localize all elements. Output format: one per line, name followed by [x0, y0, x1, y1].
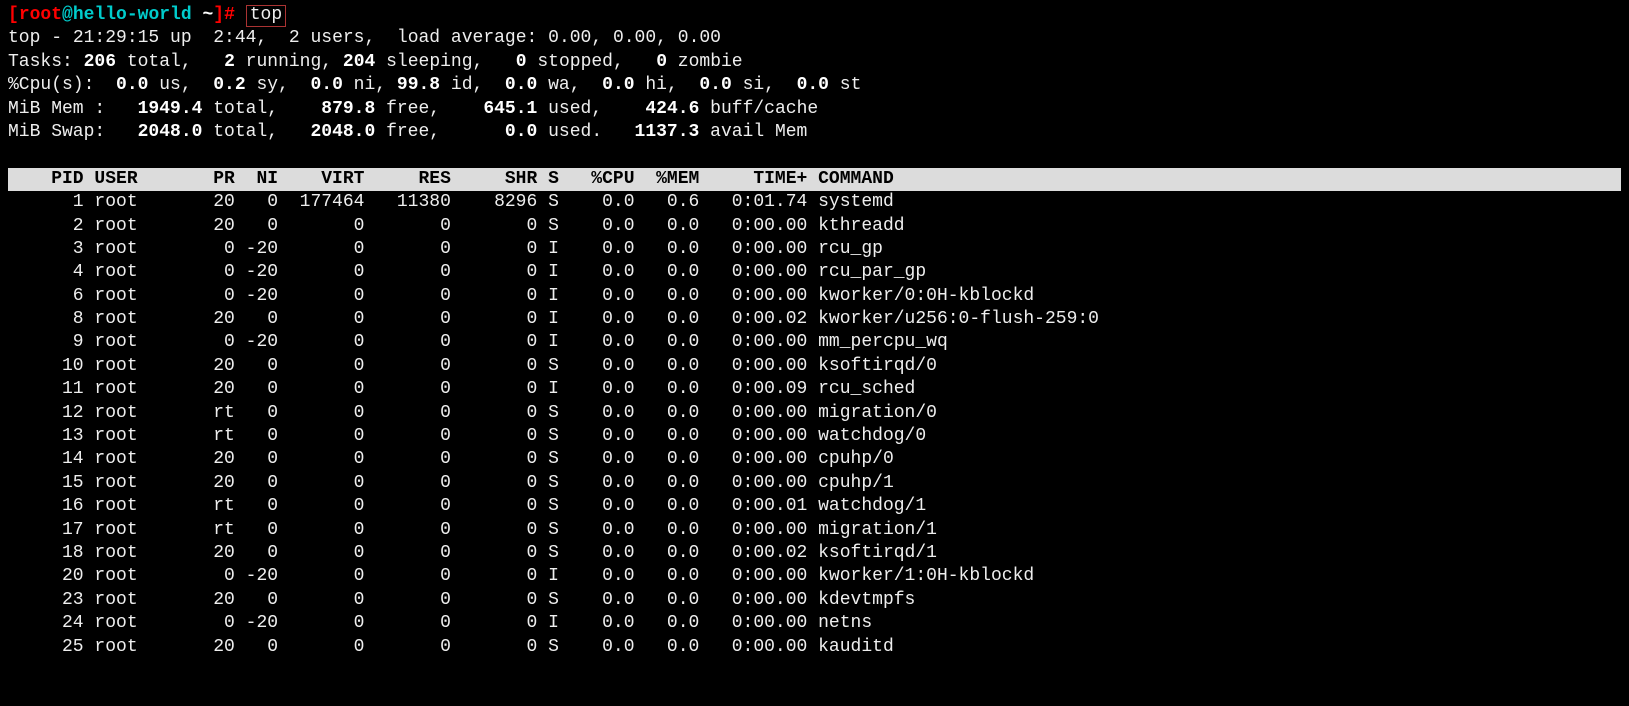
- process-row[interactable]: 15 root 20 0 0 0 0 S 0.0 0.0 0:00.00 cpu…: [8, 472, 1621, 495]
- process-row[interactable]: 9 root 0 -20 0 0 0 I 0.0 0.0 0:00.00 mm_…: [8, 331, 1621, 354]
- process-row[interactable]: 14 root 20 0 0 0 0 S 0.0 0.0 0:00.00 cpu…: [8, 448, 1621, 471]
- top-summary-line1: top - 21:29:15 up 2:44, 2 users, load av…: [8, 27, 1621, 50]
- process-row[interactable]: 10 root 20 0 0 0 0 S 0.0 0.0 0:00.00 kso…: [8, 355, 1621, 378]
- process-table-body[interactable]: 1 root 20 0 177464 11380 8296 S 0.0 0.6 …: [8, 191, 1621, 659]
- process-row[interactable]: 3 root 0 -20 0 0 0 I 0.0 0.0 0:00.00 rcu…: [8, 238, 1621, 261]
- process-row[interactable]: 1 root 20 0 177464 11380 8296 S 0.0 0.6 …: [8, 191, 1621, 214]
- process-row[interactable]: 25 root 20 0 0 0 0 S 0.0 0.0 0:00.00 kau…: [8, 636, 1621, 659]
- blank-line: [8, 144, 1621, 167]
- prompt-at: @: [62, 5, 73, 25]
- process-table-header[interactable]: PID USER PR NI VIRT RES SHR S %CPU %MEM …: [8, 168, 1621, 191]
- process-row[interactable]: 11 root 20 0 0 0 0 I 0.0 0.0 0:00.09 rcu…: [8, 378, 1621, 401]
- process-row[interactable]: 23 root 20 0 0 0 0 S 0.0 0.0 0:00.00 kde…: [8, 589, 1621, 612]
- process-row[interactable]: 18 root 20 0 0 0 0 S 0.0 0.0 0:00.02 kso…: [8, 542, 1621, 565]
- process-row[interactable]: 24 root 0 -20 0 0 0 I 0.0 0.0 0:00.00 ne…: [8, 612, 1621, 635]
- top-summary-tasks: Tasks: 206 total, 2 running, 204 sleepin…: [8, 51, 1621, 74]
- top-summary-cpu: %Cpu(s): 0.0 us, 0.2 sy, 0.0 ni, 99.8 id…: [8, 74, 1621, 97]
- process-row[interactable]: 6 root 0 -20 0 0 0 I 0.0 0.0 0:00.00 kwo…: [8, 285, 1621, 308]
- prompt-bracket-open: [: [8, 5, 19, 25]
- process-row[interactable]: 8 root 20 0 0 0 0 I 0.0 0.0 0:00.02 kwor…: [8, 308, 1621, 331]
- process-row[interactable]: 20 root 0 -20 0 0 0 I 0.0 0.0 0:00.00 kw…: [8, 565, 1621, 588]
- process-row[interactable]: 17 root rt 0 0 0 0 S 0.0 0.0 0:00.00 mig…: [8, 519, 1621, 542]
- prompt-user: root: [19, 5, 62, 25]
- prompt-host: hello-world: [73, 5, 192, 25]
- process-row[interactable]: 2 root 20 0 0 0 0 S 0.0 0.0 0:00.00 kthr…: [8, 215, 1621, 238]
- process-row[interactable]: 4 root 0 -20 0 0 0 I 0.0 0.0 0:00.00 rcu…: [8, 261, 1621, 284]
- top-summary-mem: MiB Mem : 1949.4 total, 879.8 free, 645.…: [8, 98, 1621, 121]
- command-entered: top: [246, 5, 286, 27]
- process-row[interactable]: 12 root rt 0 0 0 0 S 0.0 0.0 0:00.00 mig…: [8, 402, 1621, 425]
- shell-prompt[interactable]: [root@hello-world ~]# top: [8, 4, 1621, 27]
- prompt-bracket-close: ]#: [213, 5, 235, 25]
- process-row[interactable]: 13 root rt 0 0 0 0 S 0.0 0.0 0:00.00 wat…: [8, 425, 1621, 448]
- prompt-cwd: ~: [202, 5, 213, 25]
- process-row[interactable]: 16 root rt 0 0 0 0 S 0.0 0.0 0:00.01 wat…: [8, 495, 1621, 518]
- top-summary-swap: MiB Swap: 2048.0 total, 2048.0 free, 0.0…: [8, 121, 1621, 144]
